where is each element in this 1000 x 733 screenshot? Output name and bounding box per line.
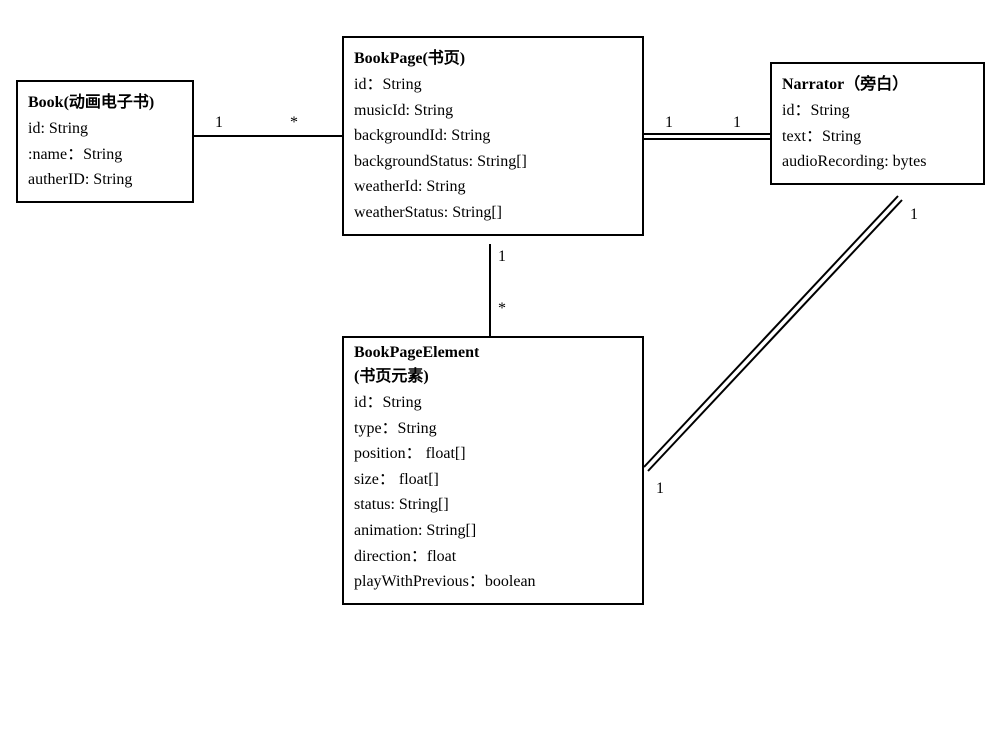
mult-page-narrator-left: 1 — [665, 114, 673, 132]
mult-book-page-left: 1 — [215, 114, 223, 132]
mult-page-element-bottom: * — [498, 300, 506, 318]
class-bookpageelement-attr-4: status: String[] — [354, 492, 632, 518]
class-bookpageelement: BookPageElement (书页元素) id：String type：St… — [342, 336, 644, 605]
class-bookpage-attr-2: backgroundId: String — [354, 123, 632, 149]
class-bookpageelement-attr-1: type：String — [354, 416, 632, 442]
class-bookpage-attr-5: weatherStatus: String[] — [354, 200, 632, 226]
uml-canvas: Book(动画电子书) id: String :name：String auth… — [0, 0, 1000, 733]
class-bookpage-attr-4: weatherId: String — [354, 174, 632, 200]
class-narrator: Narrator（旁白） id：String text：String audio… — [770, 62, 985, 185]
class-bookpageelement-attr-0: id：String — [354, 390, 632, 416]
class-bookpage-attr-0: id：String — [354, 72, 632, 98]
class-bookpageelement-title: BookPageElement — [354, 344, 632, 362]
mult-page-element-top: 1 — [498, 248, 506, 266]
assoc-element-narrator-a — [644, 196, 898, 467]
class-bookpageelement-attr-3: size： float[] — [354, 467, 632, 493]
class-narrator-attr-1: text：String — [782, 124, 973, 150]
mult-book-page-right: * — [290, 114, 298, 132]
class-narrator-title: Narrator（旁白） — [782, 70, 973, 94]
class-book-attr-2: autherID: String — [28, 167, 182, 193]
class-book-attr-1: :name：String — [28, 142, 182, 168]
class-narrator-attr-0: id：String — [782, 98, 973, 124]
class-book-title: Book(动画电子书) — [28, 88, 182, 112]
class-bookpage-title: BookPage(书页) — [354, 44, 632, 68]
class-bookpageelement-attr-5: animation: String[] — [354, 518, 632, 544]
assoc-element-narrator-b — [648, 200, 902, 471]
class-bookpage: BookPage(书页) id：String musicId: String b… — [342, 36, 644, 236]
class-bookpageelement-attr-7: playWithPrevious：boolean — [354, 569, 632, 595]
mult-page-narrator-right: 1 — [733, 114, 741, 132]
class-bookpage-attr-1: musicId: String — [354, 98, 632, 124]
class-bookpageelement-attr-2: position： float[] — [354, 441, 632, 467]
class-narrator-attr-2: audioRecording: bytes — [782, 149, 973, 175]
class-bookpageelement-subtitle: (书页元素) — [354, 362, 632, 386]
mult-element-narrator-right: 1 — [910, 206, 918, 224]
class-book-attr-0: id: String — [28, 116, 182, 142]
class-book: Book(动画电子书) id: String :name：String auth… — [16, 80, 194, 203]
mult-element-narrator-left: 1 — [656, 480, 664, 498]
class-bookpage-attr-3: backgroundStatus: String[] — [354, 149, 632, 175]
class-bookpageelement-attr-6: direction：float — [354, 544, 632, 570]
